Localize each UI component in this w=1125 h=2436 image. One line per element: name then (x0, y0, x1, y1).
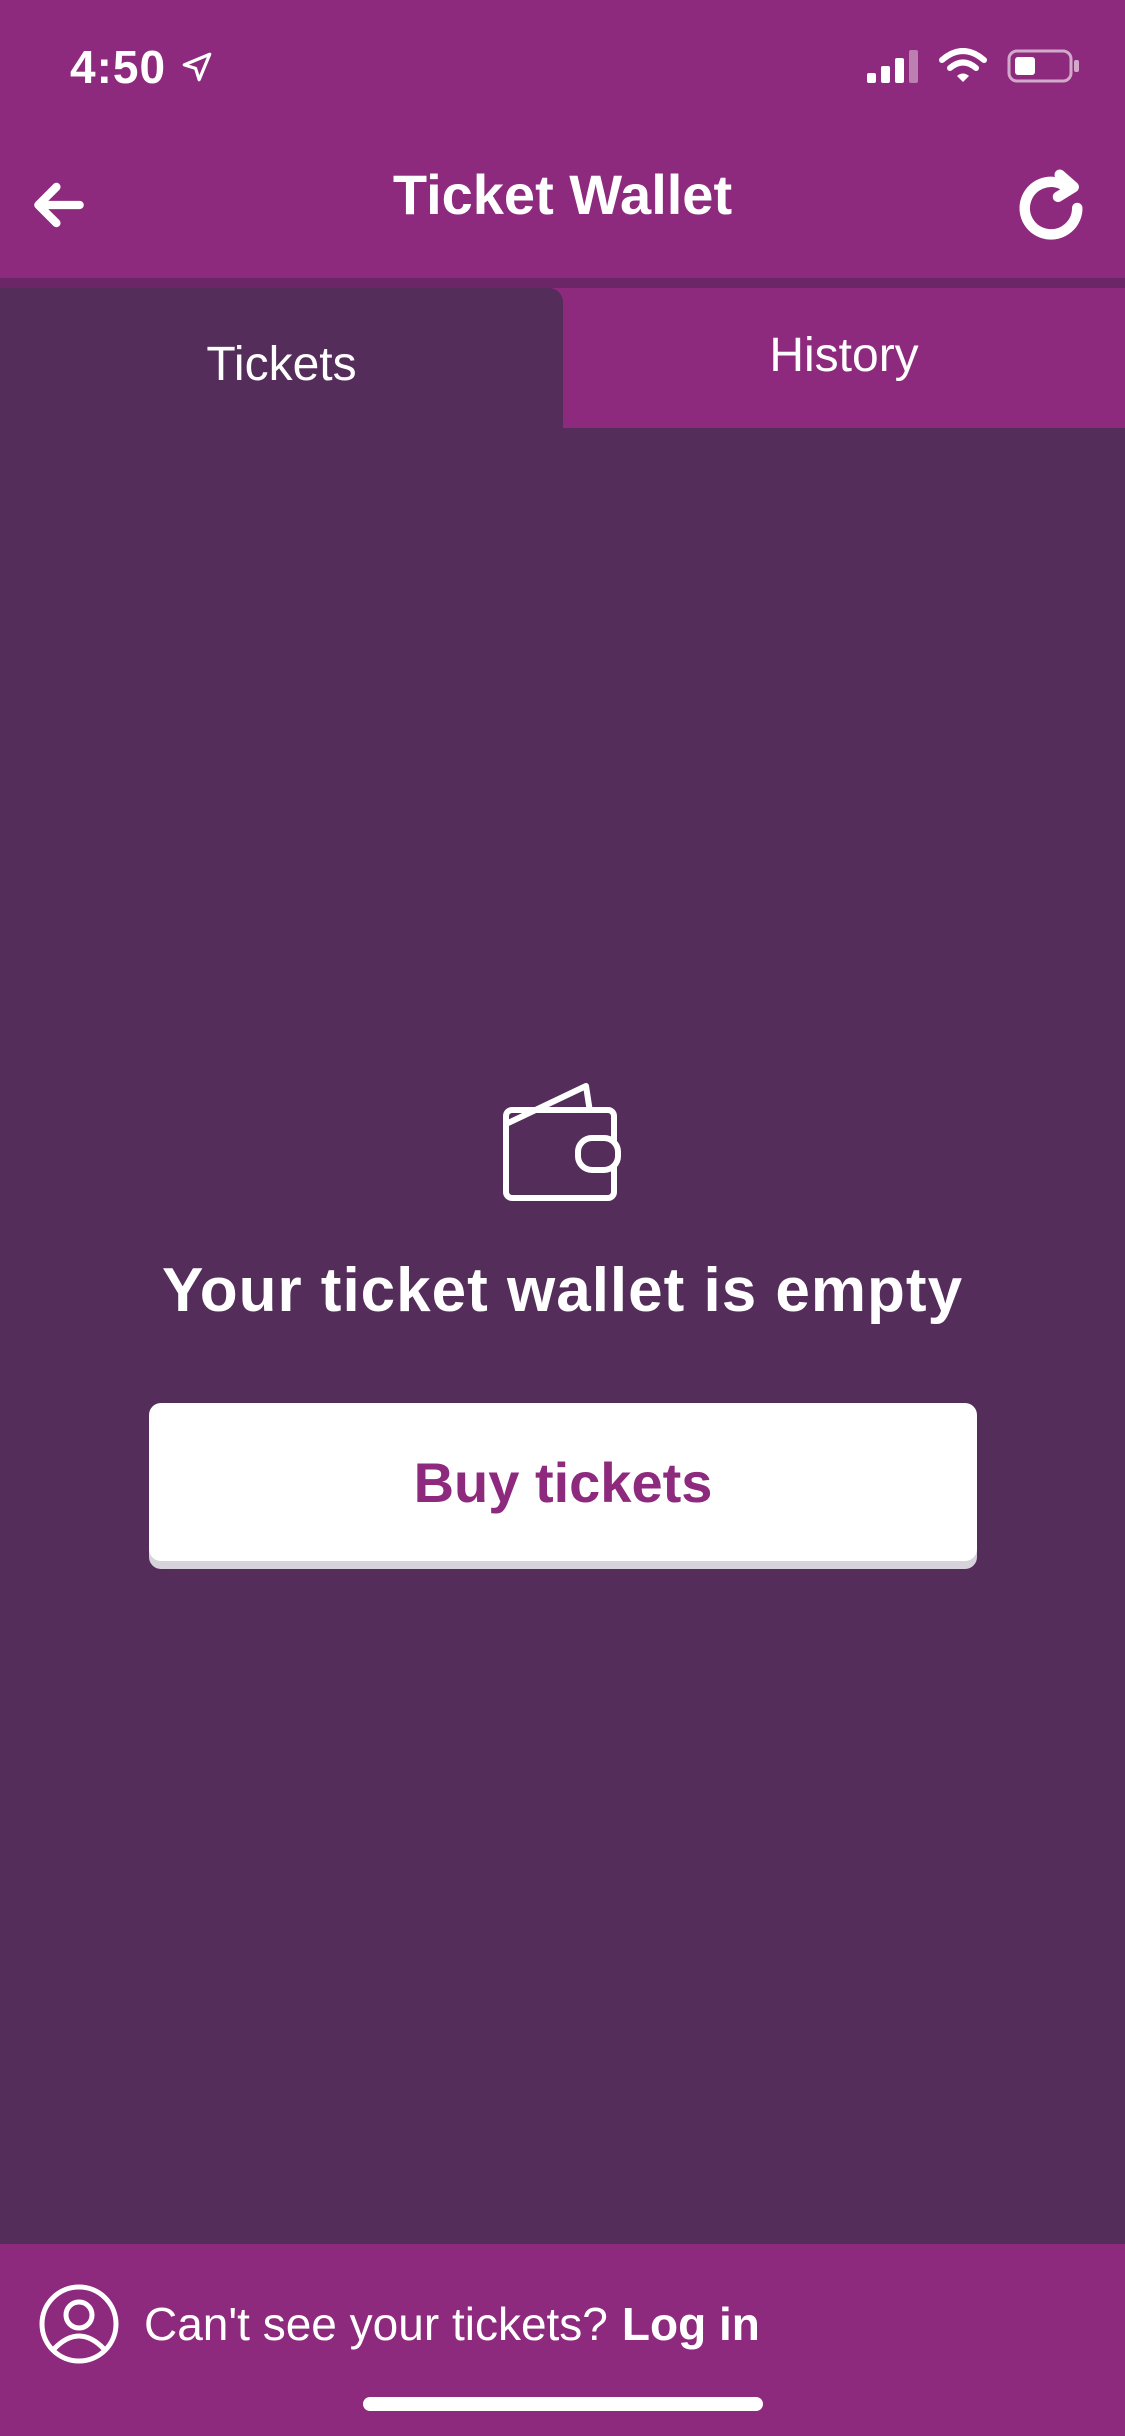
refresh-icon (1019, 169, 1083, 240)
tab-bar: Tickets History (0, 288, 1125, 428)
buy-tickets-button[interactable]: Buy tickets (149, 1403, 977, 1561)
nav-divider (0, 278, 1125, 288)
nav-bar: Ticket Wallet (0, 130, 1125, 278)
wifi-icon (939, 48, 987, 82)
tab-history[interactable]: History (563, 288, 1125, 428)
status-time: 4:50 (70, 41, 167, 93)
page-title: Ticket Wallet (392, 163, 733, 226)
login-prompt-row: Can't see your tickets? Log in (38, 2282, 760, 2366)
wallet-icon (503, 1083, 621, 1201)
log-in-link[interactable]: Log in (622, 2297, 760, 2351)
empty-state-message: Your ticket wallet is empty (161, 1256, 964, 1325)
location-arrow-icon (182, 52, 212, 82)
refresh-button[interactable] (1003, 160, 1099, 256)
status-bar: 4:50 (0, 0, 1125, 130)
tab-history-label: History (769, 328, 919, 382)
status-time-group: 4:50 (70, 40, 214, 94)
ticket-wallet-screen: 4:50 Ticket Wallet Tickets History Your … (0, 0, 1125, 2436)
user-account-icon (39, 2284, 119, 2364)
tab-tickets[interactable]: Tickets (0, 288, 563, 428)
status-icons (867, 48, 1081, 84)
home-indicator (363, 2397, 763, 2411)
login-prompt-text: Can't see your tickets? (144, 2298, 608, 2350)
login-footer: Can't see your tickets? Log in (0, 2244, 1125, 2436)
cellular-signal-icon (867, 50, 918, 83)
buy-tickets-label: Buy tickets (413, 1450, 713, 1514)
tab-tickets-label: Tickets (206, 337, 357, 391)
battery-icon (1007, 49, 1079, 83)
